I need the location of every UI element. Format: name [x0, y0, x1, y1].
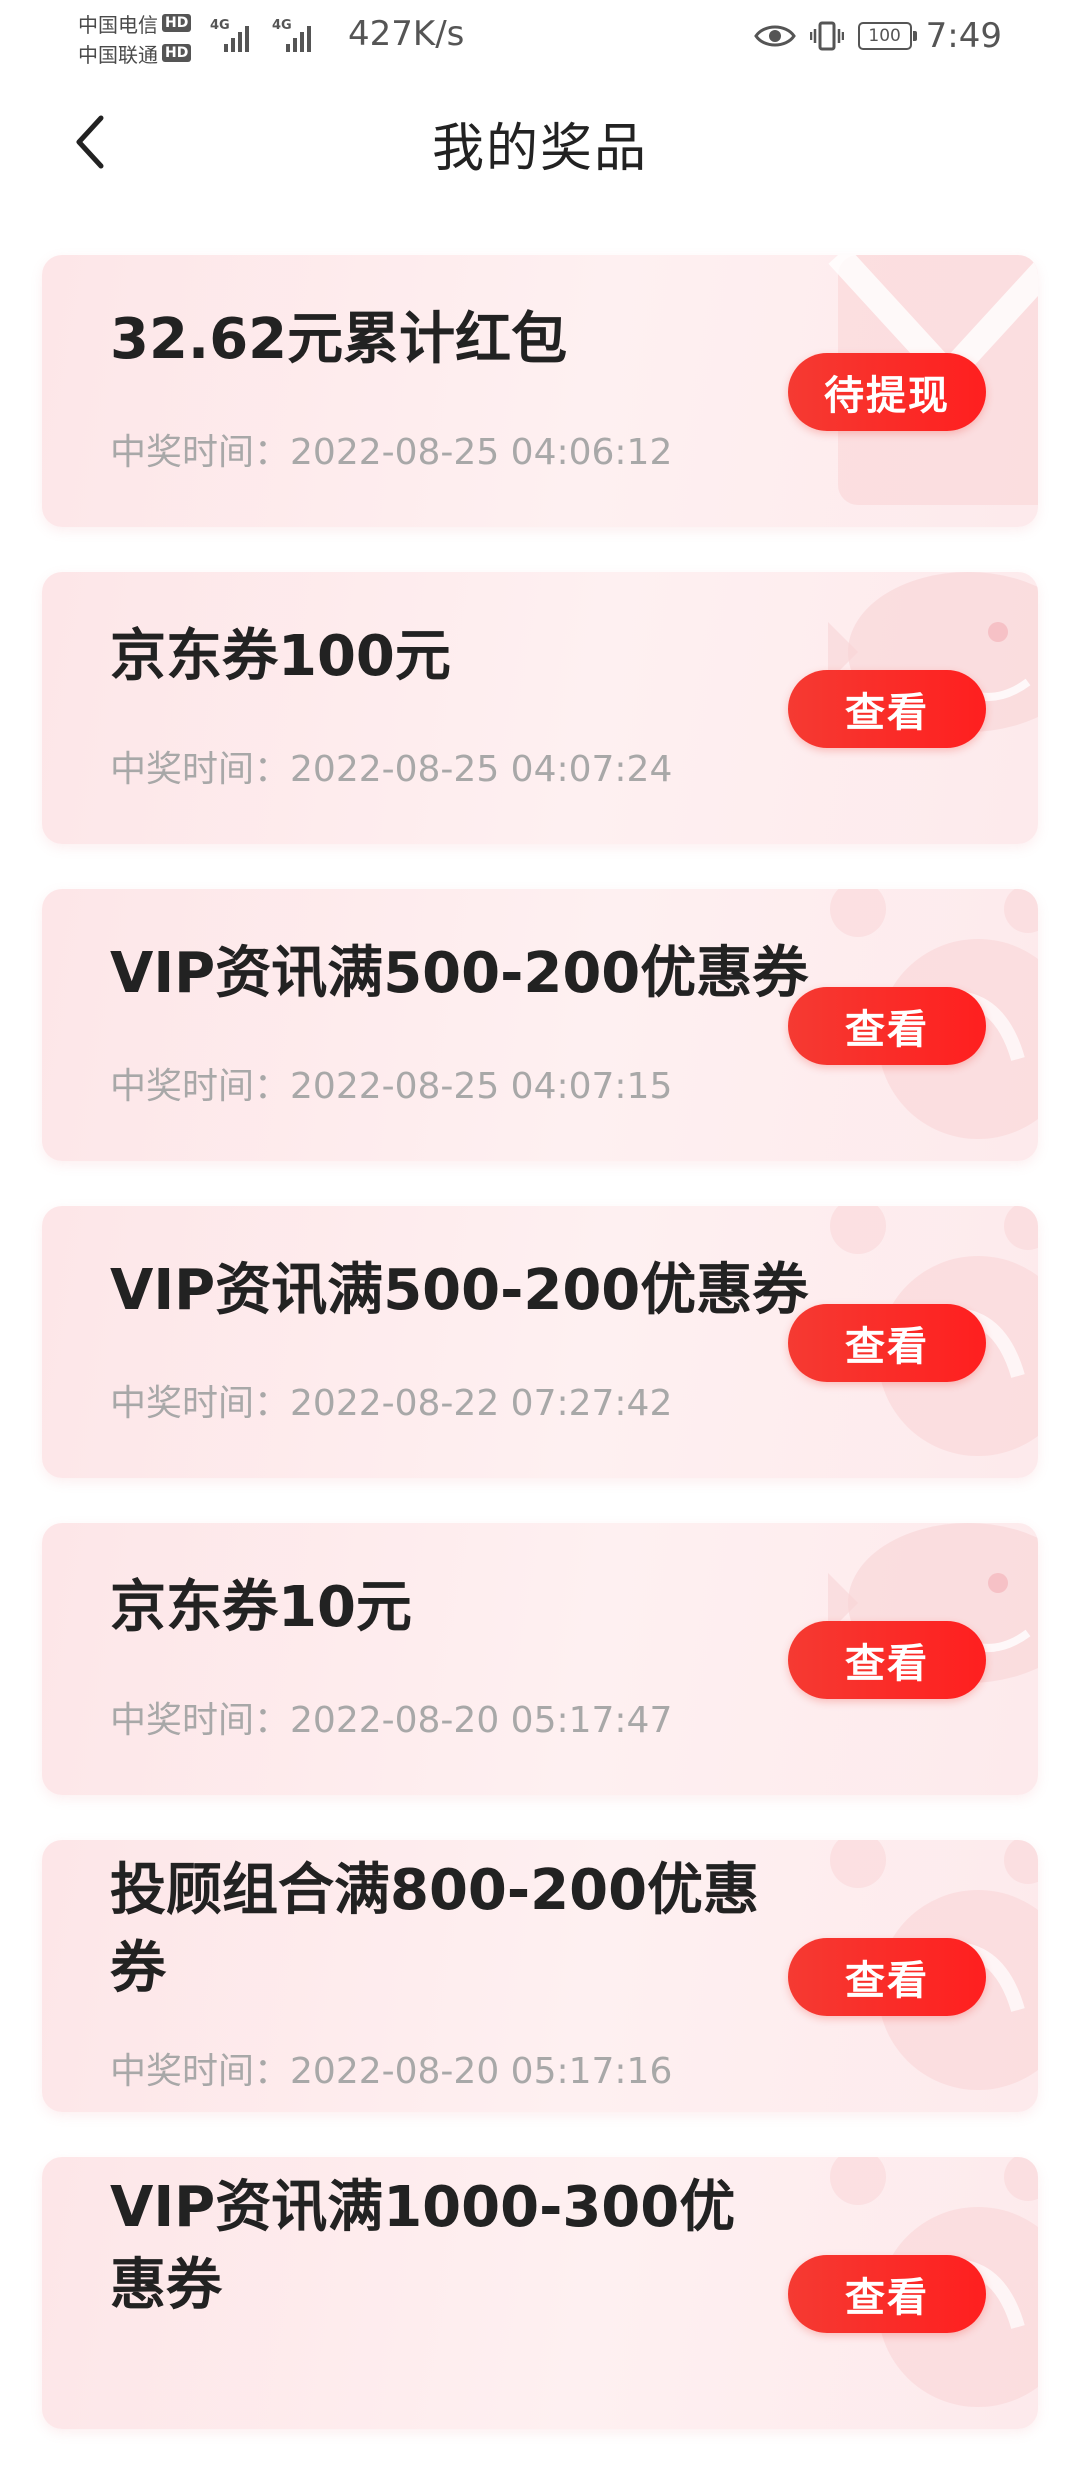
nav-bar: 我的奖品	[0, 72, 1080, 212]
carrier-name: 中国联通	[78, 42, 158, 67]
status-bar: 中国电信 HD 中国联通 HD 4G 4G 427K/s 100 7:49	[0, 0, 1080, 72]
prize-time-value: 2022-08-20 05:17:47	[290, 1700, 673, 1741]
prize-time-value: 2022-08-20 05:17:16	[290, 2051, 673, 2092]
carrier-name: 中国电信	[78, 12, 158, 37]
withdraw-button[interactable]: 待提现	[788, 353, 986, 431]
prize-name: 京东券10元	[110, 1575, 412, 1640]
carrier-line: 中国联通 HD	[78, 38, 208, 68]
view-button[interactable]: 查看	[788, 1621, 986, 1699]
prize-card: VIP资讯满500-200优惠券 中奖时间：2022-08-22 07:27:4…	[42, 1206, 1038, 1478]
prize-time: 中奖时间：2022-08-22 07:27:42	[110, 1374, 672, 1426]
prize-time-label: 中奖时间：	[110, 2051, 291, 2092]
prize-time-label: 中奖时间：	[110, 1066, 291, 1107]
battery-icon: 100	[857, 22, 917, 50]
prize-time-label: 中奖时间：	[110, 1700, 291, 1741]
view-button[interactable]: 查看	[788, 1938, 986, 2016]
prize-name: VIP资讯满500-200优惠券	[110, 1258, 809, 1323]
hd-badge: HD	[162, 14, 192, 32]
prize-name: VIP资讯满500-200优惠券	[110, 941, 809, 1006]
eye-icon	[753, 25, 796, 47]
prize-time: 中奖时间：2022-08-20 05:17:16	[110, 2042, 672, 2094]
prize-time-label: 中奖时间：	[110, 749, 291, 790]
prize-time-value: 2022-08-25 04:07:15	[290, 1066, 673, 1107]
vibrate-icon	[809, 21, 844, 51]
prize-time: 中奖时间：2022-08-25 04:06:12	[110, 423, 672, 475]
prize-time-value: 2022-08-25 04:07:24	[290, 749, 673, 790]
carrier-line: 中国电信 HD	[78, 8, 208, 38]
prize-list: 32.62元累计红包 中奖时间：2022-08-25 04:06:12 待提现 …	[42, 255, 1038, 2474]
view-button[interactable]: 查看	[788, 1304, 986, 1382]
prize-card: 京东券100元 中奖时间：2022-08-25 04:07:24 查看	[42, 572, 1038, 844]
prize-time: 中奖时间：2022-08-25 04:07:15	[110, 1057, 672, 1109]
prize-time-label: 中奖时间：	[110, 432, 291, 473]
prize-name: VIP资讯满1000-300优惠券	[110, 2175, 736, 2318]
prize-time-label: 中奖时间：	[110, 1383, 291, 1424]
status-icons: 100 7:49	[753, 12, 1002, 60]
signal-icon: 4G	[272, 18, 324, 52]
carrier-info: 中国电信 HD 中国联通 HD	[78, 8, 208, 68]
prize-time-value: 2022-08-22 07:27:42	[290, 1383, 673, 1424]
hd-badge: HD	[162, 44, 192, 62]
prize-time: 中奖时间：2022-08-20 05:17:47	[110, 1691, 672, 1743]
view-button[interactable]: 查看	[788, 2255, 986, 2333]
prize-name: 32.62元累计红包	[110, 307, 568, 372]
signal-icon: 4G	[210, 18, 262, 52]
view-button[interactable]: 查看	[788, 670, 986, 748]
prize-card: 京东券10元 中奖时间：2022-08-20 05:17:47 查看	[42, 1523, 1038, 1795]
prize-card: VIP资讯满500-200优惠券 中奖时间：2022-08-25 04:07:1…	[42, 889, 1038, 1161]
page-title: 我的奖品	[431, 119, 648, 179]
prize-card: 32.62元累计红包 中奖时间：2022-08-25 04:06:12 待提现	[42, 255, 1038, 527]
network-speed: 427K/s	[348, 14, 465, 54]
prize-time-value: 2022-08-25 04:06:12	[290, 432, 673, 473]
prize-card: VIP资讯满1000-300优惠券 查看	[42, 2157, 1038, 2429]
prize-card: 投顾组合满800-200优惠券 中奖时间：2022-08-20 05:17:16…	[42, 1840, 1038, 2112]
prize-name: 投顾组合满800-200优惠券	[110, 1858, 760, 2001]
prize-name: 京东券100元	[110, 624, 451, 689]
battery-level: 100	[868, 26, 901, 46]
clock: 7:49	[925, 16, 1002, 56]
view-button[interactable]: 查看	[788, 987, 986, 1065]
prize-time: 中奖时间：2022-08-25 04:07:24	[110, 740, 672, 792]
